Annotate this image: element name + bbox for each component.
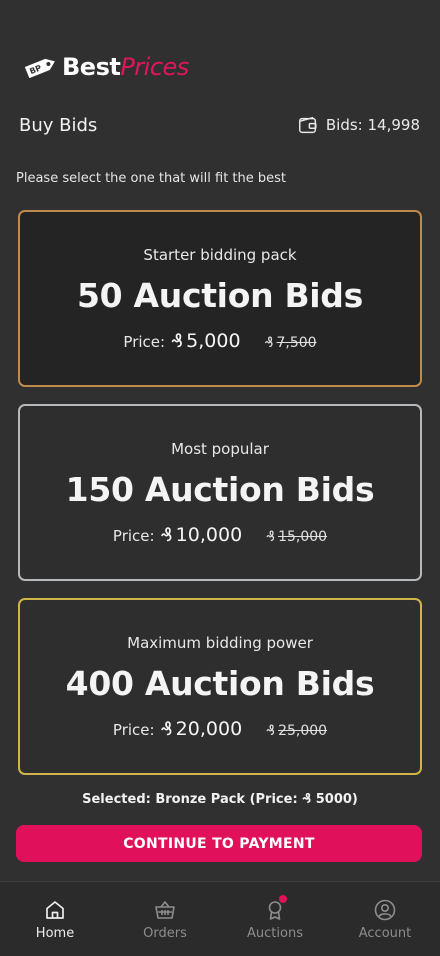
wallet-icon <box>298 116 317 134</box>
selected-pack-summary: Selected: Bronze Pack (Price: ₰ 5000) <box>82 792 358 807</box>
bottom-nav: Home Orders Auctions Account <box>0 881 440 956</box>
home-icon <box>46 901 64 919</box>
nav-label-auctions: Auctions <box>247 926 303 941</box>
price-original: ₰ 15,000 <box>266 529 328 545</box>
bids-balance-label: Bids: 14,998 <box>325 116 420 134</box>
pack-bids-amount: 150 Auction Bids <box>65 470 375 509</box>
price-current: ₰ 10,000 <box>160 524 243 546</box>
price-original: ₰ 7,500 <box>264 335 317 351</box>
pack-card-starter[interactable]: Starter bidding pack 50 Auction Bids Pri… <box>18 210 422 387</box>
basket-icon <box>155 901 175 919</box>
pack-bids-amount: 50 Auction Bids <box>77 276 363 315</box>
pack-tagline: Starter bidding pack <box>143 246 297 264</box>
pack-bids-amount: 400 Auction Bids <box>65 664 375 703</box>
currency-symbol: ₰ <box>264 335 274 351</box>
notification-badge <box>279 895 287 903</box>
pack-tagline: Maximum bidding power <box>127 634 313 652</box>
brand-logo: BP BestPrices <box>22 52 189 82</box>
currency-symbol: ₰ <box>160 524 173 546</box>
currency-symbol: ₰ <box>160 718 173 740</box>
nav-label-account: Account <box>358 926 412 941</box>
price-current: ₰ 20,000 <box>160 718 243 740</box>
nav-item-orders[interactable]: Orders <box>110 882 220 956</box>
price-label: Price: <box>112 721 155 739</box>
price-tag-icon: BP <box>24 58 55 79</box>
pack-card-popular[interactable]: Most popular 150 Auction Bids Price: ₰ 10… <box>18 404 422 581</box>
nav-label-orders: Orders <box>143 926 187 941</box>
nav-item-home[interactable]: Home <box>0 882 110 956</box>
nav-label-home: Home <box>35 926 75 941</box>
pack-price-row: Price: ₰ 10,000 ₰ 15,000 <box>20 524 420 546</box>
continue-to-payment-button[interactable]: CONTINUE TO PAYMENT <box>16 825 422 862</box>
pack-tagline: Most popular <box>171 440 269 458</box>
pack-card-maximum[interactable]: Maximum bidding power 400 Auction Bids P… <box>18 598 422 775</box>
header: Buy Bids Bids: 14,998 <box>19 114 420 136</box>
page-title: Buy Bids <box>19 114 98 136</box>
bids-balance: Bids: 14,998 <box>297 114 420 136</box>
pack-price-row: Price: ₰ 5,000 ₰ 7,500 <box>20 330 420 352</box>
account-icon <box>374 899 396 921</box>
price-current: ₰ 5,000 <box>171 330 241 352</box>
pack-price-row: Price: ₰ 20,000 ₰ 25,000 <box>20 718 420 740</box>
nav-item-account[interactable]: Account <box>330 882 440 956</box>
currency-symbol: ₰ <box>171 330 184 352</box>
price-label: Price: <box>112 527 155 545</box>
currency-symbol: ₰ <box>266 723 276 739</box>
currency-symbol: ₰ <box>266 529 276 545</box>
nav-item-auctions[interactable]: Auctions <box>220 882 330 956</box>
brand-name: BestPrices <box>62 53 189 81</box>
instructions-text: Please select the one that will fit the … <box>16 171 287 186</box>
price-original: ₰ 25,000 <box>266 723 328 739</box>
price-label: Price: <box>123 333 166 351</box>
